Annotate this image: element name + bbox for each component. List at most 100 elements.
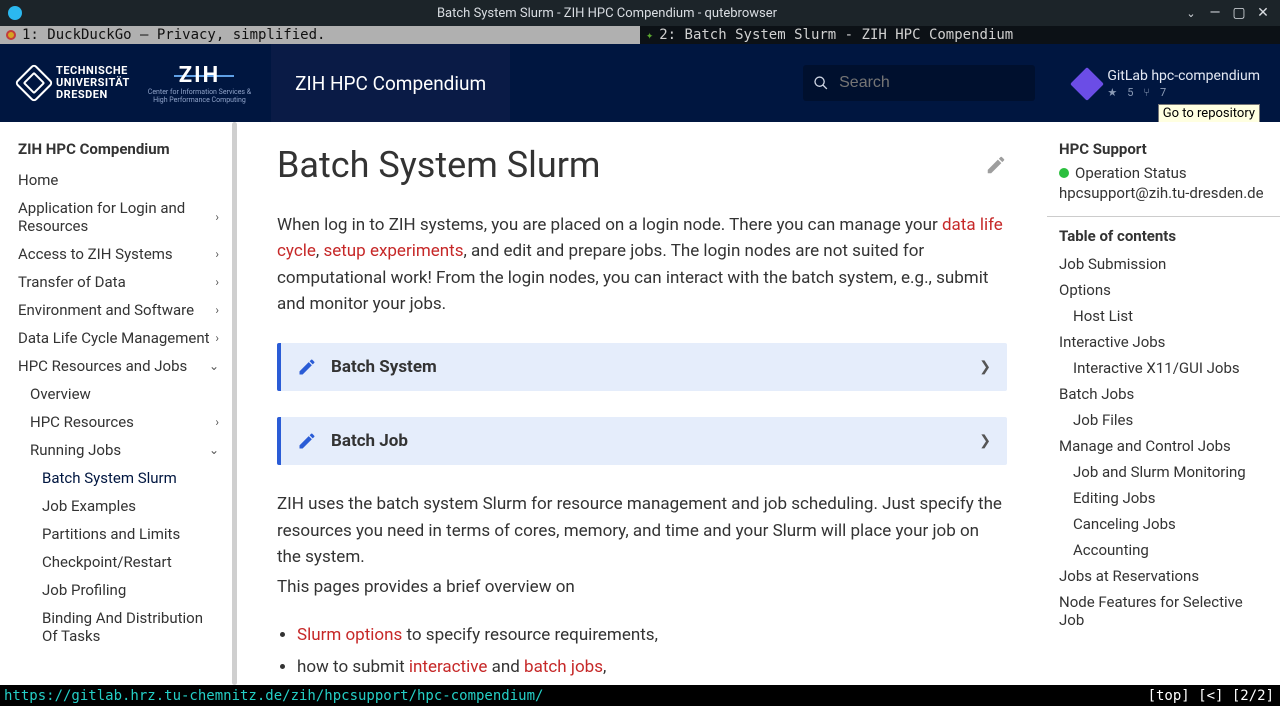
toc-item[interactable]: Interactive X11/GUI Jobs: [1059, 355, 1268, 381]
toc-item[interactable]: Accounting: [1059, 537, 1268, 563]
divider: [1047, 216, 1280, 217]
nav-item-label: Running Jobs: [30, 441, 121, 459]
nav-item[interactable]: Job Examples: [6, 492, 237, 520]
toc-item[interactable]: Interactive Jobs: [1059, 329, 1268, 355]
nav-item[interactable]: Job Profiling: [6, 576, 237, 604]
nav-item[interactable]: Batch System Slurm: [6, 464, 237, 492]
nav-item-label: Partitions and Limits: [42, 525, 180, 543]
tab-label: 2: Batch System Slurm - ZIH HPC Compendi…: [659, 27, 1013, 43]
nav-item[interactable]: Access to ZIH Systems›: [6, 240, 237, 268]
minimize-button[interactable]: —: [1208, 6, 1222, 20]
pencil-icon: [297, 431, 317, 451]
repo-link[interactable]: GitLab hpc-compendium ★5 ⑂7 Go to reposi…: [1075, 68, 1280, 99]
browser-tabstrip: 1: DuckDuckGo — Privacy, simplified. ✦ 2…: [0, 26, 1280, 44]
gitlab-icon: [1070, 67, 1104, 101]
nav-item-label: Binding And Distribution Of Tasks: [42, 609, 219, 645]
window-menu-button[interactable]: ⌄: [1184, 6, 1198, 20]
admonition-title: Batch System: [331, 357, 965, 377]
toc-item[interactable]: Editing Jobs: [1059, 485, 1268, 511]
nav-item-label: Application for Login and Resources: [18, 199, 215, 235]
chevron-right-icon: ❯: [979, 433, 991, 449]
browser-tab-2[interactable]: ✦ 2: Batch System Slurm - ZIH HPC Compen…: [640, 26, 1280, 44]
close-button[interactable]: ✕: [1256, 6, 1270, 20]
nav-item-label: Transfer of Data: [18, 273, 126, 291]
site-header: TECHNISCHE UNIVERSITÄT DRESDEN ZIH Cente…: [0, 44, 1280, 122]
text: ,: [603, 657, 606, 677]
toc-item[interactable]: Jobs at Reservations: [1059, 563, 1268, 589]
toc-item[interactable]: Manage and Control Jobs: [1059, 433, 1268, 459]
favicon-icon: ✦: [646, 28, 653, 42]
nav-item[interactable]: HPC Resources and Jobs ⌄: [6, 352, 237, 380]
site-title[interactable]: ZIH HPC Compendium: [271, 44, 510, 122]
edit-icon[interactable]: [985, 154, 1007, 176]
toc-item[interactable]: Options: [1059, 277, 1268, 303]
chevron-down-icon: ⌄: [209, 359, 219, 373]
repo-stars: 5: [1127, 86, 1133, 99]
toc-item[interactable]: Job Submission: [1059, 251, 1268, 277]
nav-item[interactable]: Environment and Software›: [6, 296, 237, 324]
repo-label: GitLab hpc-compendium: [1107, 68, 1260, 84]
link-setup-experiments[interactable]: setup experiments: [323, 241, 463, 261]
nav-item[interactable]: Data Life Cycle Management ›: [6, 324, 237, 352]
status-url: https://gitlab.hrz.tu-chemnitz.de/zih/hp…: [0, 688, 1142, 704]
fork-icon: ⑂: [1143, 86, 1150, 99]
intro-paragraph: When log in to ZIH systems, you are plac…: [277, 212, 1007, 317]
nav-item[interactable]: HPC Resources ›: [6, 408, 237, 436]
window-titlebar: Batch System Slurm - ZIH HPC Compendium …: [0, 0, 1280, 26]
toc-sidebar: HPC Support Operation Status hpcsupport@…: [1047, 122, 1280, 685]
admonition-batch-system[interactable]: Batch System ❯: [277, 343, 1007, 391]
nav-item-label: Job Profiling: [42, 581, 126, 599]
nav-item-label: HPC Resources and Jobs: [18, 357, 187, 375]
star-icon: ★: [1107, 86, 1117, 99]
site-logo-group[interactable]: TECHNISCHE UNIVERSITÄT DRESDEN ZIH Cente…: [0, 44, 271, 122]
nav-item-label: Home: [18, 171, 58, 189]
repo-forks: 7: [1160, 86, 1166, 99]
nav-item-label: HPC Resources: [30, 413, 134, 431]
nav-item-label: Overview: [30, 385, 91, 403]
nav-item-label: Data Life Cycle Management: [18, 329, 210, 347]
search-box[interactable]: [803, 65, 1035, 101]
tud-logo: TECHNISCHE UNIVERSITÄT DRESDEN: [20, 65, 130, 101]
browser-tab-1[interactable]: 1: DuckDuckGo — Privacy, simplified.: [0, 26, 640, 44]
chevron-right-icon: ›: [215, 210, 219, 224]
app-icon: [8, 6, 22, 20]
search-input[interactable]: [839, 74, 1025, 92]
chevron-right-icon: ›: [215, 303, 219, 317]
toc-item[interactable]: Canceling Jobs: [1059, 511, 1268, 537]
nav-title: ZIH HPC Compendium: [6, 140, 237, 166]
status-label: Operation Status: [1075, 164, 1187, 182]
status-position: [top] [<] [2/2]: [1142, 688, 1280, 704]
chevron-right-icon: ›: [215, 415, 219, 429]
overview-list: Slurm options to specify resource requir…: [297, 619, 1007, 684]
operation-status[interactable]: Operation Status: [1059, 164, 1268, 182]
admonition-batch-job[interactable]: Batch Job ❯: [277, 417, 1007, 465]
link-interactive[interactable]: interactive: [409, 657, 488, 677]
toc-item[interactable]: Node Features for Selective Job: [1059, 589, 1268, 633]
tab-label: 1: DuckDuckGo — Privacy, simplified.: [22, 27, 325, 43]
nav-item[interactable]: Overview: [6, 380, 237, 408]
nav-item[interactable]: Home: [6, 166, 237, 194]
toc-item[interactable]: Batch Jobs: [1059, 381, 1268, 407]
tud-octagon-icon: [14, 63, 54, 103]
text: and: [487, 657, 524, 677]
link-batch-jobs[interactable]: batch jobs: [524, 657, 603, 677]
text: how to submit: [297, 657, 409, 677]
nav-item[interactable]: Application for Login and Resources›: [6, 194, 237, 240]
article: Batch System Slurm When log in to ZIH sy…: [237, 122, 1047, 685]
toc-item[interactable]: Job and Slurm Monitoring: [1059, 459, 1268, 485]
tud-line: DRESDEN: [56, 89, 130, 101]
nav-item[interactable]: Running Jobs⌄: [6, 436, 237, 464]
zih-mark-text: ZIH: [179, 63, 220, 88]
nav-item[interactable]: Binding And Distribution Of Tasks: [6, 604, 237, 650]
maximize-button[interactable]: ▢: [1232, 6, 1246, 20]
toc-item[interactable]: Host List: [1059, 303, 1268, 329]
nav-item[interactable]: Checkpoint/Restart: [6, 548, 237, 576]
link-slurm-options[interactable]: Slurm options: [297, 625, 402, 645]
toc-item[interactable]: Job Files: [1059, 407, 1268, 433]
status-dot-icon: [1059, 168, 1069, 178]
chevron-right-icon: ›: [215, 331, 219, 345]
support-email[interactable]: hpcsupport@zih.tu-dresden.de: [1059, 184, 1268, 202]
nav-item[interactable]: Partitions and Limits: [6, 520, 237, 548]
text: When log in to ZIH systems, you are plac…: [277, 215, 942, 235]
nav-item[interactable]: Transfer of Data›: [6, 268, 237, 296]
